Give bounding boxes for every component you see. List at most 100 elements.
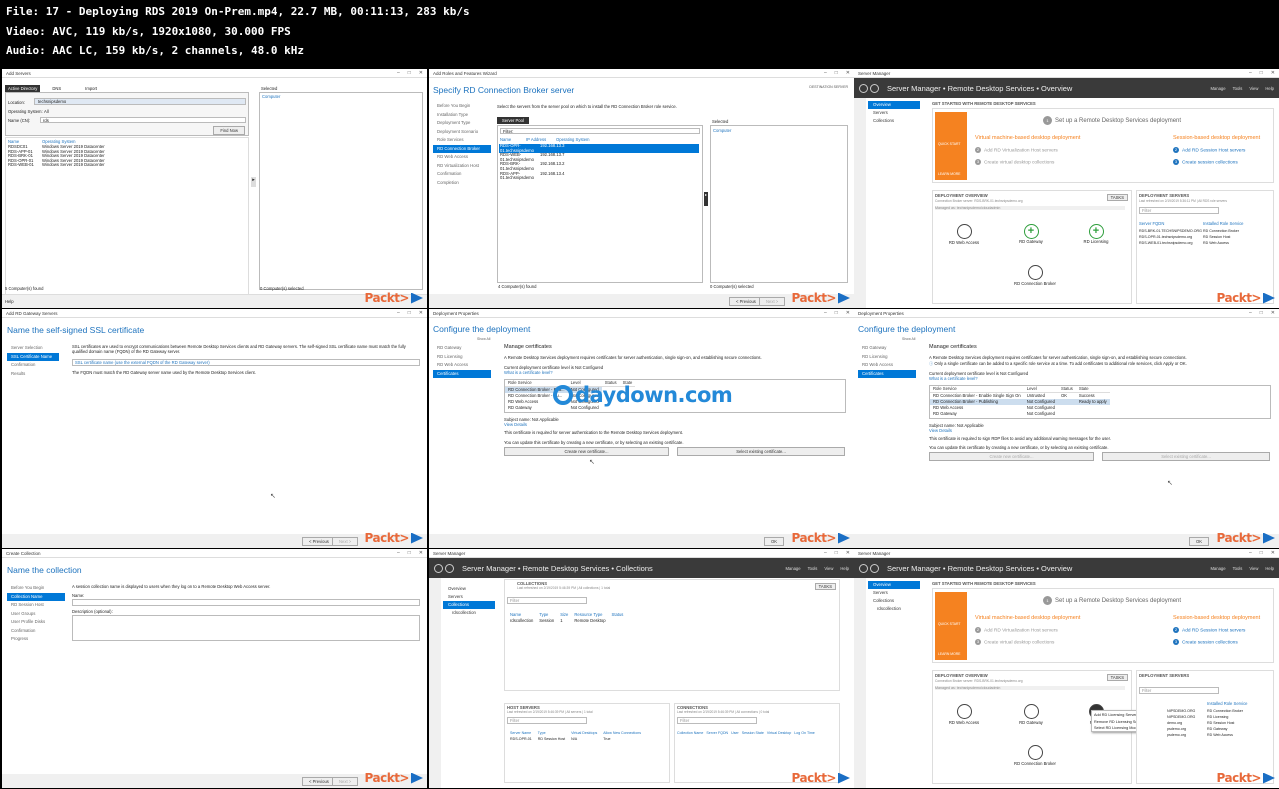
filter-input[interactable]: Filter: (500, 128, 700, 134)
menu-manage[interactable]: Manage (785, 566, 800, 571)
nav-item[interactable]: Deployment Scenario (433, 128, 491, 137)
nav-overview[interactable]: Overview (868, 581, 920, 589)
table-row[interactable]: RDS-OPR-01.techsnipsdemo 192.168.13.3 (499, 143, 699, 154)
nav-item[interactable]: Installation Type (433, 111, 491, 120)
nav-rdscollection[interactable]: rdscollection (443, 609, 495, 617)
nav-item[interactable]: Confirmation (7, 627, 65, 636)
maximize-icon[interactable]: □ (835, 310, 838, 316)
nav-overview[interactable]: Overview (868, 101, 920, 109)
menu-view[interactable]: View (1249, 86, 1258, 91)
servers-filter-input[interactable]: Filter (1139, 687, 1219, 694)
ok-button[interactable]: OK (1189, 537, 1210, 546)
maximize-icon[interactable]: □ (408, 310, 411, 316)
nav-item[interactable]: Progress (7, 635, 65, 644)
find-now-button[interactable]: Find Now (213, 126, 245, 135)
create-sc-link[interactable]: Create session collections (1182, 160, 1238, 165)
table-row[interactable]: RDS-APP-01.techsnipsdemo 192.168.13.4 (499, 171, 699, 181)
select-cert-button[interactable]: Select existing certificate... (677, 447, 845, 456)
table-row[interactable]: psdemo.org RD Web Access (1167, 732, 1243, 738)
close-icon[interactable]: ✕ (419, 550, 423, 556)
menu-help[interactable]: Help (840, 566, 849, 571)
maximize-icon[interactable]: □ (835, 550, 838, 556)
previous-button[interactable]: < Previous (302, 777, 336, 786)
tasks-button[interactable]: TASKS (1106, 674, 1128, 681)
maximize-icon[interactable]: □ (408, 550, 411, 556)
collection-name-input[interactable] (72, 599, 420, 606)
menu-help[interactable]: Help (1265, 566, 1274, 571)
minimize-icon[interactable]: – (397, 310, 400, 316)
step-setup[interactable]: Set up a Remote Desktop Services deploym… (1055, 598, 1181, 604)
close-icon[interactable]: ✕ (846, 550, 850, 556)
minimize-icon[interactable]: – (397, 70, 400, 76)
table-row[interactable]: RDS-WEB-01.techsnipsdemo.org RD Web Acces… (1139, 240, 1239, 246)
maximize-icon[interactable]: □ (1260, 310, 1263, 316)
add-gateway-icon[interactable]: + (1023, 224, 1039, 239)
tab-dns[interactable]: DNS (40, 85, 73, 92)
minimize-icon[interactable]: – (824, 70, 827, 76)
create-cert-button[interactable]: Create new certificate... (504, 447, 669, 456)
nav-item[interactable]: RD Web Access (433, 153, 491, 162)
name-input[interactable]: rds (40, 117, 246, 123)
show-all[interactable]: Show All (477, 337, 490, 341)
nav-item[interactable]: Completion (433, 179, 491, 188)
nav-item[interactable]: Certificates (858, 369, 916, 378)
nav-item[interactable]: Confirmation (7, 361, 59, 370)
create-vd-link[interactable]: Create virtual desktop collections (984, 160, 1054, 165)
menu-view[interactable]: View (824, 566, 833, 571)
menu-tools[interactable]: Tools (1233, 86, 1243, 91)
connections-filter-input[interactable]: Filter (677, 717, 757, 724)
previous-button[interactable]: < Previous (729, 297, 763, 306)
ssl-name-input[interactable]: SSL certificate name (use the external F… (72, 359, 420, 366)
os-value[interactable]: All (44, 109, 49, 114)
nav-collections[interactable]: Collections (868, 597, 920, 605)
nav-servers[interactable]: Servers (443, 593, 495, 601)
maximize-icon[interactable]: □ (835, 70, 838, 76)
nav-rdscollection[interactable]: rdscollection (868, 605, 920, 613)
nav-collections[interactable]: Collections (443, 601, 495, 609)
servers-filter-input[interactable]: Filter (1139, 207, 1219, 214)
minimize-icon[interactable]: – (1249, 550, 1252, 556)
forward-icon[interactable] (870, 83, 879, 93)
tab-active-directory[interactable]: Active Directory (5, 85, 41, 92)
view-details-link[interactable]: View Details (929, 428, 952, 433)
host-filter-input[interactable]: Filter (507, 717, 587, 724)
what-link[interactable]: What is a certificate level? (929, 376, 978, 381)
menu-manage[interactable]: Manage (1210, 566, 1225, 571)
table-row[interactable]: rdscollection Session 1 Remote Desktop (507, 618, 626, 624)
web-access-icon[interactable] (956, 704, 972, 719)
create-vd-link[interactable]: Create virtual desktop collections (984, 640, 1054, 645)
table-row[interactable]: RD Gateway Not Configured (930, 411, 1110, 417)
step-setup[interactable]: Set up a Remote Desktop Services deploym… (1055, 118, 1181, 124)
close-icon[interactable]: ✕ (1271, 70, 1275, 76)
close-icon[interactable]: ✕ (419, 70, 423, 76)
nav-item[interactable]: RD Web Access (858, 361, 916, 370)
add-sh-link[interactable]: Add RD Session Host servers (1182, 148, 1245, 153)
minimize-icon[interactable]: – (1249, 70, 1252, 76)
forward-icon[interactable] (870, 563, 879, 573)
minimize-icon[interactable]: – (1249, 310, 1252, 316)
menu-manage[interactable]: Manage (1210, 86, 1225, 91)
add-vh-link[interactable]: Add RD Virtualization Host servers (984, 148, 1058, 153)
quick-start-tile[interactable]: QUICK START LEARN MORE (935, 592, 967, 660)
nav-item[interactable]: RD Licensing (858, 353, 916, 362)
nav-collections[interactable]: Collections (868, 117, 920, 125)
tab-import[interactable]: Import (73, 85, 109, 92)
tasks-button[interactable]: TASKS (1106, 194, 1128, 201)
nav-servers[interactable]: Servers (868, 109, 920, 117)
description-input[interactable] (72, 615, 420, 641)
previous-button[interactable]: < Previous (302, 537, 336, 546)
nav-item[interactable]: Results (7, 370, 59, 379)
add-arrow-button[interactable]: ▸ (251, 177, 256, 187)
ok-button[interactable]: OK (764, 537, 785, 546)
close-icon[interactable]: ✕ (1271, 550, 1275, 556)
nav-item[interactable]: RD Session Host (7, 601, 65, 610)
next-button[interactable]: Next > (332, 537, 359, 546)
add-arrow-button[interactable]: ▸ (704, 192, 708, 206)
nav-item[interactable]: Certificates (433, 369, 491, 378)
help-link[interactable]: Help (5, 299, 14, 304)
what-link[interactable]: What is a certificate level? (504, 370, 553, 375)
tasks-button[interactable]: TASKS (814, 583, 836, 590)
location-field[interactable]: techsnipsdemo (34, 98, 246, 105)
nav-item[interactable]: RD Licensing (433, 353, 491, 362)
close-icon[interactable]: ✕ (846, 310, 850, 316)
